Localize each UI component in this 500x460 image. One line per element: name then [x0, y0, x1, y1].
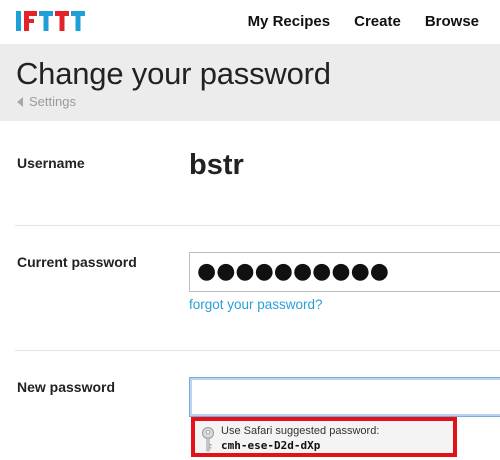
new-password-label: New password: [17, 379, 116, 395]
current-password-label: Current password: [17, 254, 137, 270]
breadcrumb-label: Settings: [29, 94, 76, 109]
nav-create[interactable]: Create: [354, 13, 401, 30]
page-header: Change your password Settings: [0, 44, 500, 121]
back-arrow-icon: [17, 96, 23, 107]
suggested-password: cmh-ese-D2d-dXp: [221, 439, 321, 452]
nav-browse[interactable]: Browse: [425, 13, 479, 30]
current-password-input[interactable]: ●●●●●●●●●●: [189, 252, 500, 292]
page-title: Change your password: [16, 56, 331, 91]
ifttt-logo[interactable]: [16, 11, 88, 31]
suggestion-prompt: Use Safari suggested password:: [221, 425, 380, 437]
current-password-value: ●●●●●●●●●●: [197, 259, 389, 284]
new-password-input[interactable]: [189, 377, 500, 417]
safari-suggested-password[interactable]: Use Safari suggested password: cmh-ese-D…: [191, 417, 457, 457]
ifttt-logo-mark: [16, 11, 85, 31]
breadcrumb-settings[interactable]: Settings: [17, 94, 76, 109]
top-nav-bar: My Recipes Create Browse: [0, 0, 500, 44]
nav-my-recipes[interactable]: My Recipes: [248, 13, 331, 30]
forgot-password-link[interactable]: forgot your password?: [189, 297, 323, 312]
username-value: bstr: [189, 149, 244, 181]
main-nav: My Recipes Create Browse: [248, 13, 479, 30]
divider: [15, 350, 500, 351]
username-label: Username: [17, 155, 85, 171]
key-icon: [202, 427, 214, 452]
divider: [15, 225, 500, 226]
